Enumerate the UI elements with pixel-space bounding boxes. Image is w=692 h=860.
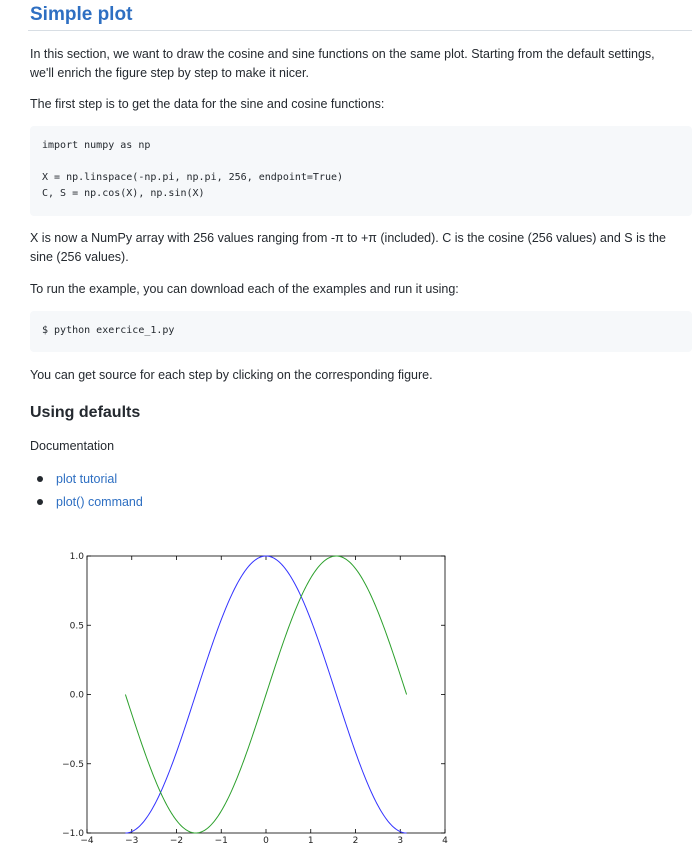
x-tick-label: −3 xyxy=(125,836,138,846)
page-title: Simple plot xyxy=(30,4,133,25)
series-lines xyxy=(124,555,408,834)
section-heading: Using defaults xyxy=(30,404,141,421)
bullet-icon xyxy=(37,476,43,482)
intro-paragraph: In this section, we want to draw the cos… xyxy=(30,47,655,80)
bullet-icon xyxy=(37,499,43,505)
page: Simple plot In this section, we want to … xyxy=(0,0,692,860)
axis-ticks: −4 −3 −2 −1 0 1 2 3 41.00.50.0−0.5−1.0 xyxy=(62,552,448,846)
x-tick-label: 1 xyxy=(308,836,314,846)
code-line: X = np.linspace(-np.pi, np.pi, 256, endp… xyxy=(42,172,344,183)
y-tick-label: −0.5 xyxy=(62,760,84,770)
x-tick-label: 2 xyxy=(353,836,359,846)
x-tick-label: 3 xyxy=(397,836,403,846)
title-divider xyxy=(28,30,692,31)
documentation-label: Documentation xyxy=(30,439,115,453)
sine-cosine-chart[interactable]: −4 −3 −2 −1 0 1 2 3 41.00.50.0−0.5−1.0 xyxy=(50,540,460,856)
run-intro-paragraph: To run the example, you can download eac… xyxy=(30,282,459,296)
y-tick-label: 1.0 xyxy=(70,552,85,562)
code-block-data: import numpy as np X = np.linspace(-np.p… xyxy=(30,126,692,216)
x-tick-label: 4 xyxy=(442,836,448,846)
step-intro-paragraph: The first step is to get the data for th… xyxy=(30,97,385,111)
code-line: import numpy as np xyxy=(42,140,151,151)
y-tick-label: 0.0 xyxy=(70,691,85,701)
sine-line xyxy=(124,555,408,834)
x-tick-label: −2 xyxy=(170,836,183,846)
x-tick-label: −1 xyxy=(215,836,228,846)
code-line: $ python exercice_1.py xyxy=(42,325,175,336)
source-note-paragraph: You can get source for each step by clic… xyxy=(30,368,433,382)
x-tick-label: 0 xyxy=(263,836,269,846)
array-description-paragraph: X is now a NumPy array with 256 values r… xyxy=(30,231,666,264)
code-block-run: $ python exercice_1.py xyxy=(30,311,692,352)
plot-command-link[interactable]: plot() command xyxy=(56,493,143,511)
y-tick-label: −1.0 xyxy=(62,829,84,839)
code-line: C, S = np.cos(X), np.sin(X) xyxy=(42,188,205,199)
y-tick-label: 0.5 xyxy=(70,621,84,631)
plot-tutorial-link[interactable]: plot tutorial xyxy=(56,470,117,488)
